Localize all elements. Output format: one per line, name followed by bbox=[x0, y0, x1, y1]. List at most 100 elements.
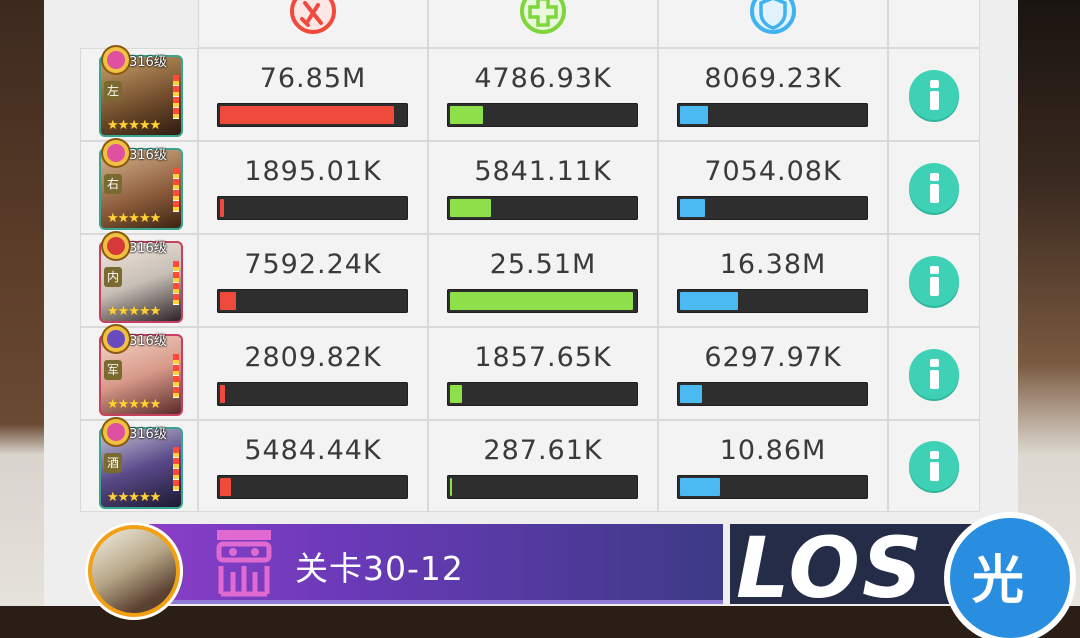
hero-cell: 316级 右 ★★★★★ bbox=[80, 140, 198, 234]
hero-cell: 316级 军 ★★★★★ bbox=[80, 326, 198, 420]
damage-taken-bar bbox=[677, 289, 868, 313]
info-cell bbox=[888, 234, 980, 327]
healing-value: 4786.93K bbox=[474, 63, 612, 94]
hero-portrait[interactable]: 316级 左 ★★★★★ bbox=[99, 47, 183, 137]
commander-avatar[interactable] bbox=[85, 522, 183, 620]
damage-bar bbox=[217, 382, 408, 406]
hero-class-badge: 内 bbox=[104, 267, 122, 287]
info-button[interactable] bbox=[909, 69, 959, 120]
info-cell bbox=[888, 327, 980, 420]
damage-taken-cell: 8069.23K bbox=[658, 48, 888, 141]
rarity-strip bbox=[173, 75, 179, 119]
damage-taken-cell: 6297.97K bbox=[658, 327, 888, 420]
hero-cell: 316级 左 ★★★★★ bbox=[80, 47, 198, 141]
info-cell bbox=[888, 141, 980, 234]
hero-portrait[interactable]: 316级 酒 ★★★★★ bbox=[99, 419, 183, 509]
damage-value: 5484.44K bbox=[244, 435, 382, 466]
damage-cell: 5484.44K bbox=[198, 420, 428, 512]
damage-taken-bar bbox=[677, 103, 868, 127]
info-button[interactable] bbox=[909, 348, 959, 399]
damage-cell: 7592.24K bbox=[198, 234, 428, 327]
healing-bar bbox=[447, 289, 638, 313]
battle-footer: 关卡30-12 LOS bbox=[85, 522, 980, 620]
hero-portrait[interactable]: 316级 军 ★★★★★ bbox=[99, 326, 183, 416]
healing-bar bbox=[447, 382, 638, 406]
damage-taken-column-header bbox=[658, 0, 888, 48]
damage-taken-cell: 7054.08K bbox=[658, 141, 888, 234]
damage-taken-bar bbox=[677, 196, 868, 220]
damage-bar bbox=[217, 103, 408, 127]
damage-bar bbox=[217, 289, 408, 313]
info-button[interactable] bbox=[909, 162, 959, 213]
hero-column-header bbox=[80, 0, 198, 48]
damage-taken-value: 7054.08K bbox=[704, 156, 842, 187]
hero-class-badge: 左 bbox=[104, 81, 122, 101]
info-column-header bbox=[888, 0, 980, 48]
damage-bar bbox=[217, 196, 408, 220]
damage-taken-cell: 10.86M bbox=[658, 420, 888, 512]
damage-taken-value: 10.86M bbox=[719, 435, 827, 466]
faction-emblem-icon bbox=[103, 140, 129, 166]
hero-stars: ★★★★★ bbox=[107, 211, 161, 226]
damage-cell: 76.85M bbox=[198, 48, 428, 141]
faction-emblem-icon bbox=[103, 47, 129, 73]
healing-value: 5841.11K bbox=[474, 156, 612, 187]
background-right bbox=[1018, 0, 1080, 606]
damage-column-header bbox=[198, 0, 428, 48]
hero-level: 316级 bbox=[129, 334, 167, 349]
stage-label: 关卡30-12 bbox=[295, 549, 464, 588]
hero-portrait[interactable]: 316级 内 ★★★★★ bbox=[99, 233, 183, 323]
shield-icon bbox=[750, 0, 796, 34]
hero-cell: 316级 内 ★★★★★ bbox=[80, 233, 198, 327]
hero-stars: ★★★★★ bbox=[107, 397, 161, 412]
healing-cell: 287.61K bbox=[428, 420, 658, 512]
rarity-strip bbox=[173, 261, 179, 305]
healing-cell: 5841.11K bbox=[428, 141, 658, 234]
healing-value: 25.51M bbox=[489, 249, 597, 280]
damage-value: 76.85M bbox=[259, 63, 367, 94]
hero-stars: ★★★★★ bbox=[107, 490, 161, 505]
damage-bar bbox=[217, 475, 408, 499]
skip-button[interactable]: 光 bbox=[950, 518, 1070, 638]
damage-cell: 2809.82K bbox=[198, 327, 428, 420]
info-button[interactable] bbox=[909, 255, 959, 306]
hero-stars: ★★★★★ bbox=[107, 118, 161, 133]
damage-value: 1895.01K bbox=[244, 156, 382, 187]
hero-level: 316级 bbox=[129, 427, 167, 442]
healing-value: 1857.65K bbox=[474, 342, 612, 373]
damage-taken-cell: 16.38M bbox=[658, 234, 888, 327]
hero-class-badge: 酒 bbox=[104, 453, 122, 473]
hero-level: 316级 bbox=[129, 55, 167, 70]
rarity-strip bbox=[173, 354, 179, 398]
hero-level: 316级 bbox=[129, 241, 167, 256]
stage-mask-icon bbox=[216, 530, 272, 597]
hero-class-badge: 军 bbox=[104, 360, 122, 380]
faction-emblem-icon bbox=[103, 326, 129, 352]
faction-emblem-icon bbox=[103, 419, 129, 445]
hero-portrait[interactable]: 316级 右 ★★★★★ bbox=[99, 140, 183, 230]
damage-taken-bar bbox=[677, 475, 868, 499]
healing-bar bbox=[447, 196, 638, 220]
info-cell bbox=[888, 48, 980, 141]
result-text: LOS bbox=[736, 524, 925, 604]
info-cell bbox=[888, 420, 980, 512]
faction-emblem-icon bbox=[103, 233, 129, 259]
damage-value: 7592.24K bbox=[244, 249, 382, 280]
stats-table: 316级 左 ★★★★★ 76.85M 4786.93K 8069.23K 31… bbox=[80, 0, 980, 512]
skip-label: 光 bbox=[972, 551, 1025, 611]
damage-taken-value: 6297.97K bbox=[704, 342, 842, 373]
info-button[interactable] bbox=[909, 441, 959, 491]
hero-level: 316级 bbox=[129, 148, 167, 163]
healing-cell: 4786.93K bbox=[428, 48, 658, 141]
rarity-strip bbox=[173, 447, 179, 491]
healing-value: 287.61K bbox=[483, 435, 603, 466]
background-left bbox=[0, 0, 46, 606]
hero-stars: ★★★★★ bbox=[107, 304, 161, 319]
hero-cell: 316级 酒 ★★★★★ bbox=[80, 419, 198, 512]
damage-taken-bar bbox=[677, 382, 868, 406]
heal-icon bbox=[520, 0, 566, 34]
damage-value: 2809.82K bbox=[244, 342, 382, 373]
healing-bar bbox=[447, 475, 638, 499]
healing-bar bbox=[447, 103, 638, 127]
hero-class-badge: 右 bbox=[104, 174, 122, 194]
